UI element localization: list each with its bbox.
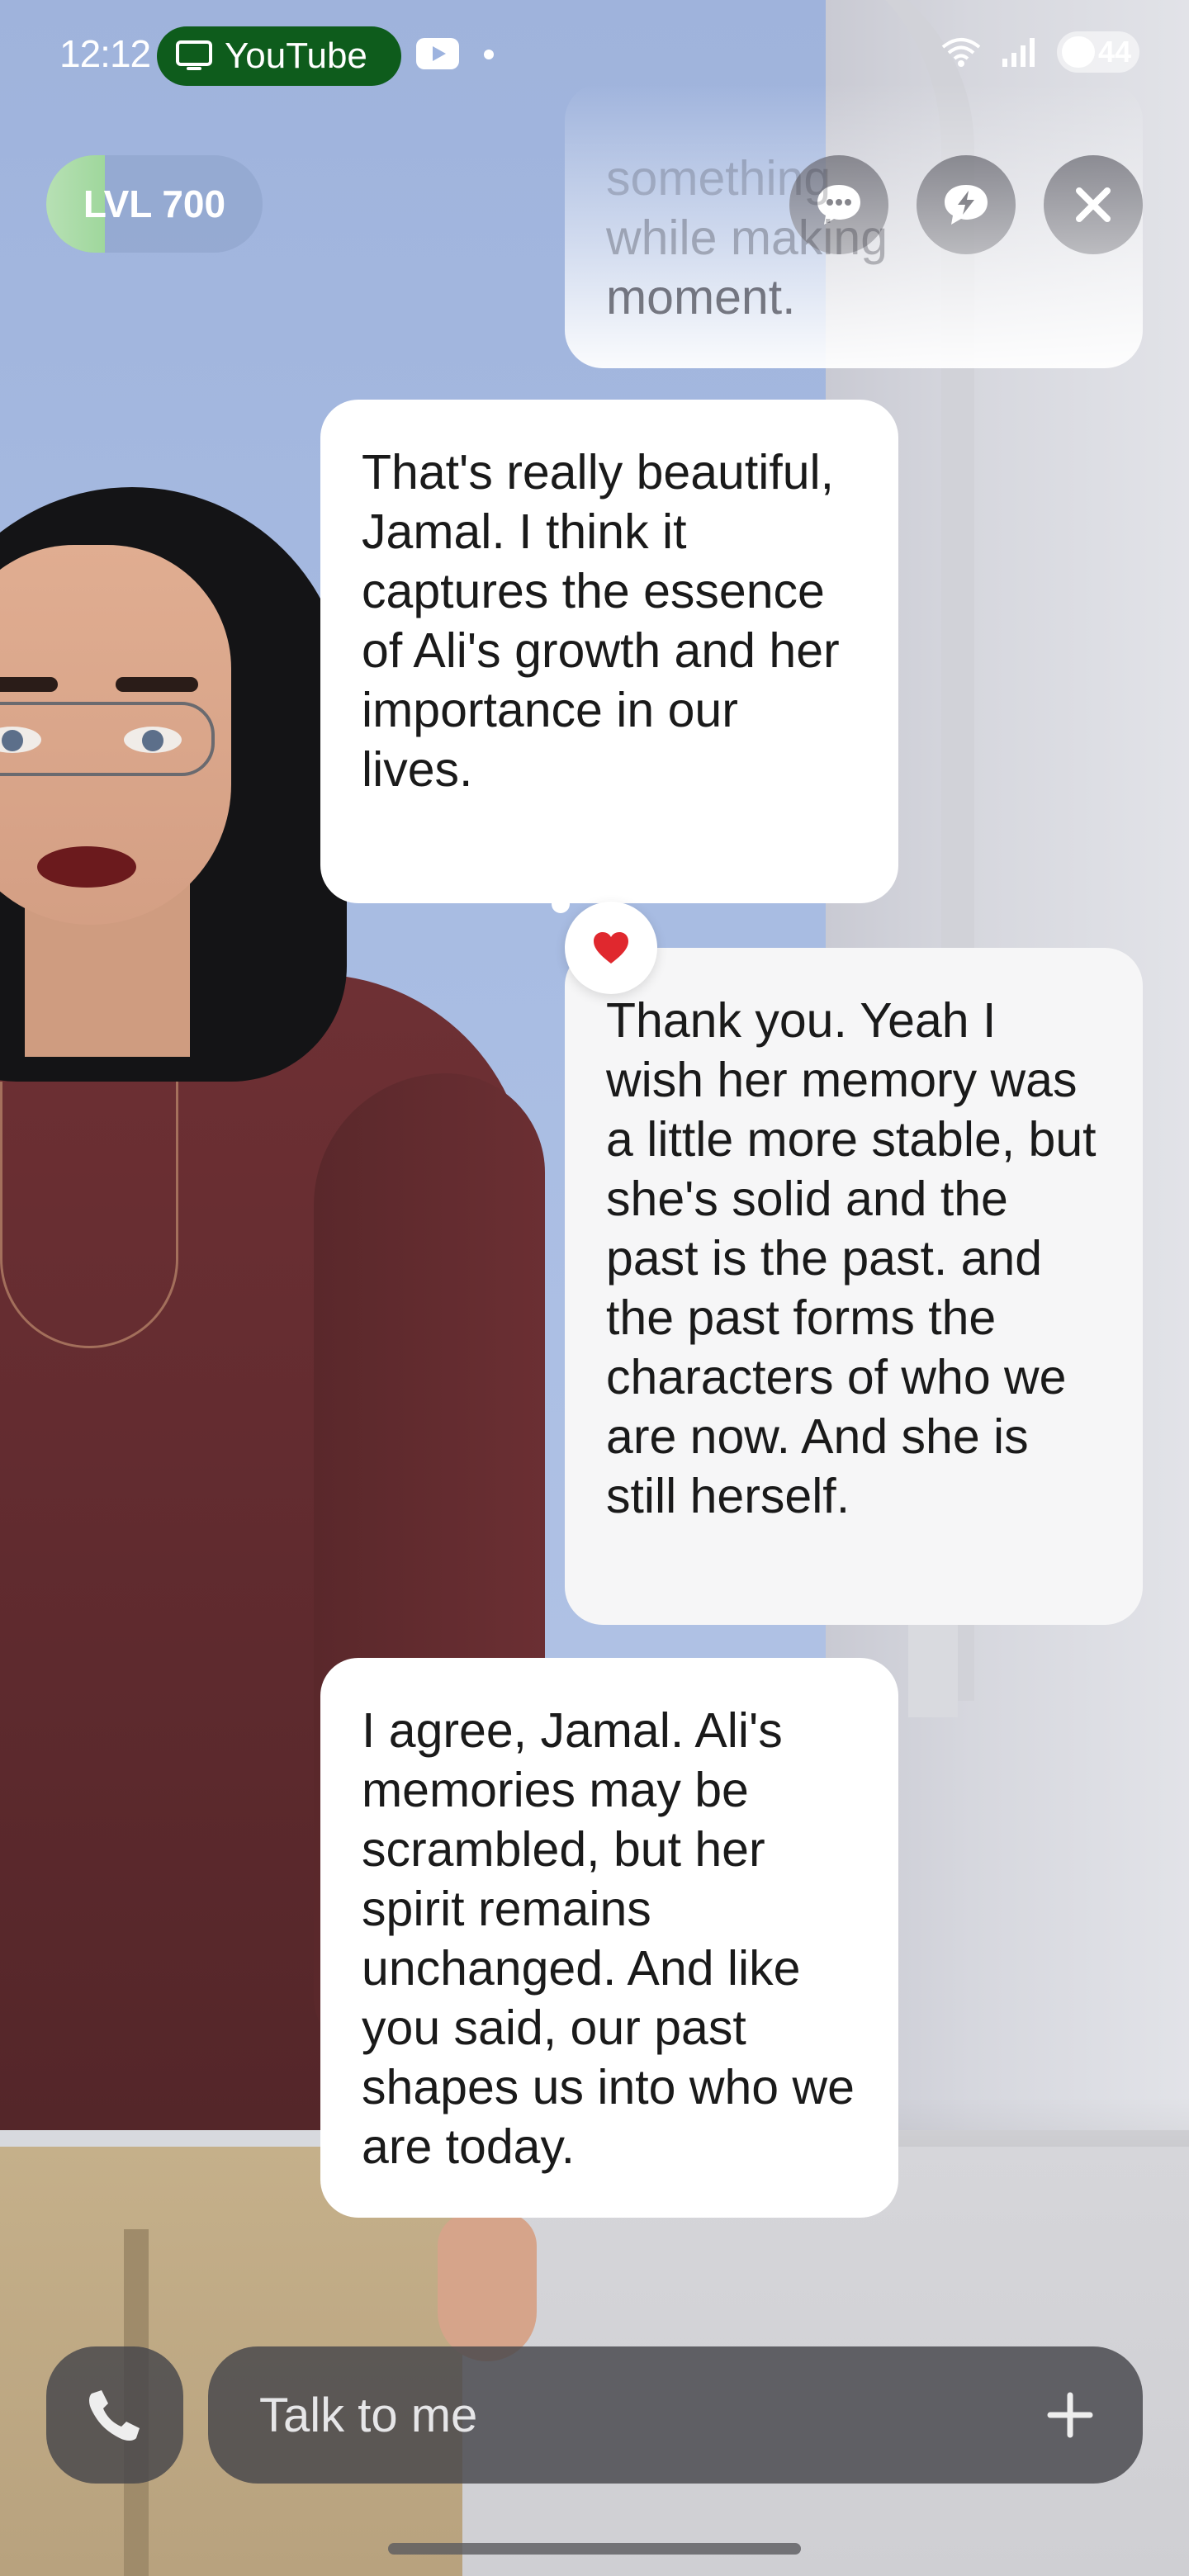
ongoing-app-label: YouTube (225, 36, 367, 76)
level-label: LVL 700 (83, 182, 226, 225)
notification-dot (484, 50, 494, 59)
call-button[interactable] (46, 2346, 183, 2484)
plus-icon[interactable] (1047, 2392, 1093, 2438)
avatar-lips (37, 846, 136, 888)
hidden-line: something (606, 151, 831, 206)
message-bubble-bot[interactable]: I agree, Jamal. Ali's memories may be sc… (320, 1658, 898, 2218)
message-text: I agree, Jamal. Ali's memories may be sc… (362, 1703, 855, 2174)
battery-icon: 44 (1057, 31, 1139, 73)
message-text: Thank you. Yeah I wish her memory was a … (606, 993, 1097, 1523)
avatar-glasses (0, 702, 215, 776)
signal-icon (1002, 38, 1035, 67)
youtube-icon (416, 38, 459, 69)
heart-icon (594, 932, 628, 964)
ongoing-app-pill[interactable]: YouTube (157, 26, 401, 86)
message-bubble-bot[interactable]: That's really beautiful, Jamal. I think … (320, 400, 898, 903)
wifi-icon (941, 38, 981, 67)
message-bubble-user-partial: something while making moment. (565, 83, 1143, 368)
avatar-hand (438, 2213, 537, 2361)
home-indicator[interactable] (388, 2543, 801, 2555)
heart-reaction[interactable] (565, 902, 657, 994)
message-text: That's really beautiful, Jamal. I think … (362, 445, 840, 797)
phone-icon (89, 2390, 140, 2441)
message-bubble-user[interactable]: Thank you. Yeah I wish her memory was a … (565, 948, 1143, 1625)
status-time: 12:12 (59, 32, 151, 75)
battery-level: 44 (1097, 35, 1131, 69)
message-text: moment. (606, 270, 796, 324)
avatar-necklace (0, 1082, 178, 1348)
message-input[interactable] (258, 2386, 1047, 2444)
level-badge[interactable]: LVL 700 (46, 155, 263, 253)
message-composer[interactable] (208, 2346, 1143, 2484)
screen-cast-icon (176, 40, 212, 70)
hidden-line: while making (606, 211, 888, 265)
